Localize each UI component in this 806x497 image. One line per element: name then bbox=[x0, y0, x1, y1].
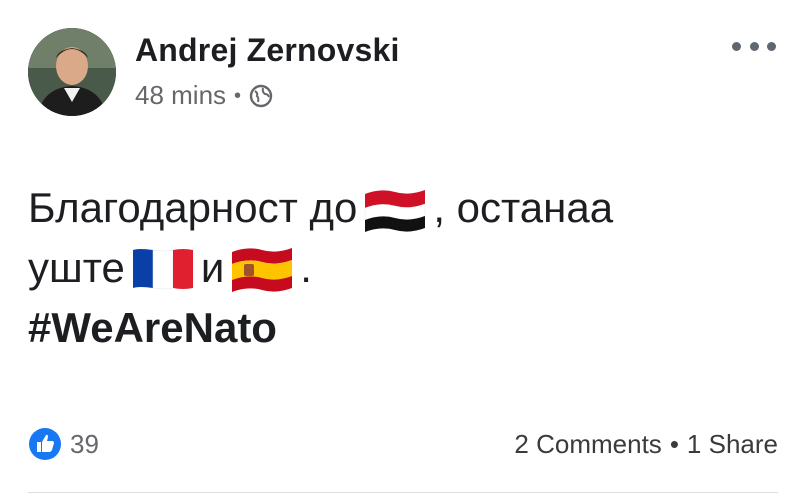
more-dot bbox=[732, 41, 741, 51]
globe-icon[interactable] bbox=[249, 84, 273, 108]
post-text-segment: , останаа bbox=[433, 184, 614, 231]
like-count: 39 bbox=[70, 428, 99, 459]
shares-count[interactable]: 1 Share bbox=[687, 429, 778, 460]
author-name[interactable]: Andrej Zernovski bbox=[135, 32, 400, 69]
post-footer: 39 2 Comments • 1 Share bbox=[28, 422, 778, 466]
post-text: Благодарност до , останаа уште и . #WeAr… bbox=[28, 178, 766, 358]
more-dot bbox=[749, 41, 759, 51]
stats-separator: • bbox=[669, 428, 679, 459]
meta-separator: • bbox=[234, 84, 242, 107]
hashtag-link[interactable]: #WeAreNato bbox=[28, 298, 277, 358]
post-text-segment: . bbox=[300, 244, 312, 291]
avatar[interactable] bbox=[28, 28, 116, 116]
post-time[interactable]: 48 mins bbox=[135, 80, 226, 111]
post-text-line: Благодарност до , останаа bbox=[28, 178, 766, 238]
post-text-segment: Благодарност до bbox=[28, 184, 358, 231]
post-header: Andrej Zernovski 48 mins • bbox=[28, 28, 778, 120]
post-meta: 48 mins • bbox=[135, 80, 273, 111]
like-icon bbox=[29, 428, 61, 460]
divider bbox=[28, 492, 778, 493]
avatar-photo bbox=[28, 28, 116, 116]
flag-egypt-icon bbox=[365, 190, 426, 232]
reaction-summary[interactable]: 39 bbox=[28, 427, 99, 461]
post-text-segment: и bbox=[200, 244, 225, 291]
comments-count[interactable]: 2 Comments bbox=[514, 429, 661, 460]
more-dot bbox=[767, 41, 776, 51]
engagement-stats: 2 Comments • 1 Share bbox=[514, 429, 778, 460]
post-text-line: уште и . bbox=[28, 238, 766, 298]
post-text-line: #WeAreNato bbox=[28, 298, 766, 358]
more-options-icon[interactable] bbox=[732, 36, 776, 56]
flag-france-icon bbox=[132, 249, 193, 290]
post-text-segment: уште bbox=[28, 244, 125, 291]
flag-spain-icon bbox=[232, 248, 293, 292]
